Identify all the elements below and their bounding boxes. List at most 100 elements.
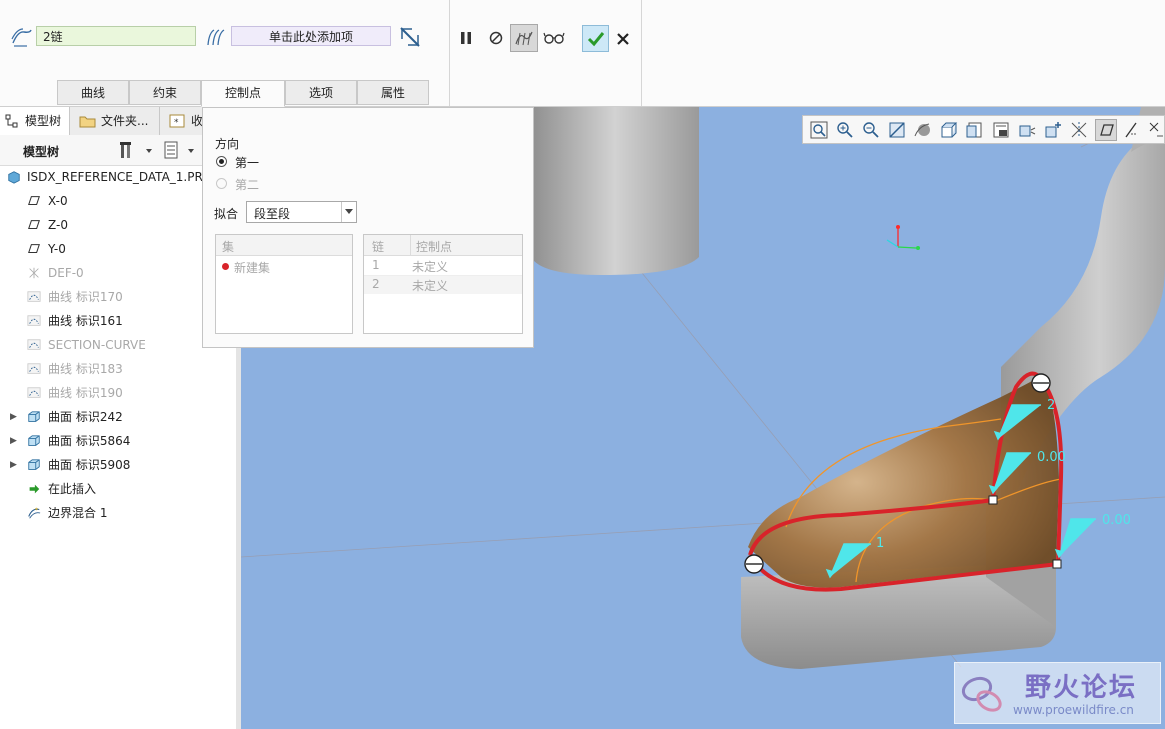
ctrl-column-header: 控制点 xyxy=(416,240,453,254)
tab-control-points[interactable]: 控制点 xyxy=(201,80,285,107)
tree-item[interactable]: ▶ 曲面 标识5908 xyxy=(0,454,236,476)
tab-favorites[interactable]: * 收 xyxy=(162,107,203,135)
tree-item[interactable]: DEF-0 xyxy=(0,262,236,284)
pause-icon[interactable] xyxy=(458,30,474,46)
tree-item[interactable]: Y-0 xyxy=(0,238,236,260)
table-row[interactable]: 2 未定义 xyxy=(364,276,522,294)
zoom-in-icon[interactable] xyxy=(835,120,855,140)
tree-item-label: Y-0 xyxy=(48,242,66,256)
point-display-icon[interactable] xyxy=(1147,120,1165,140)
plane-display-button[interactable] xyxy=(1095,119,1117,141)
dashboard-separator xyxy=(449,0,450,106)
insert-arrow-icon xyxy=(29,484,40,494)
tab-folder-browser[interactable]: 文件夹... xyxy=(72,107,160,135)
fit-select-arrow xyxy=(341,202,356,222)
chain-1-label: 1 xyxy=(876,536,884,551)
tree-settings-icon[interactable] xyxy=(118,140,158,160)
direction-first-radio[interactable] xyxy=(216,156,227,167)
row-ctrl: 未定义 xyxy=(412,260,449,274)
set-list: 集 新建集 xyxy=(215,234,353,334)
zoom-out-icon[interactable] xyxy=(861,120,881,140)
repaint-icon[interactable] xyxy=(887,120,907,140)
chevron-down-icon xyxy=(345,209,353,214)
geometry-preview-icon xyxy=(515,31,533,46)
first-direction-chain-field[interactable]: 2链 xyxy=(36,26,196,46)
dashboard-separator xyxy=(641,0,642,106)
column-divider xyxy=(410,235,411,255)
expand-arrow-icon[interactable]: ▶ xyxy=(10,430,17,452)
tab-properties[interactable]: 属性 xyxy=(357,80,429,105)
tree-item[interactable]: * 边界混合 1 xyxy=(0,502,236,524)
tree-item[interactable]: SECTION-CURVE xyxy=(0,334,236,356)
geometry-preview-button[interactable] xyxy=(510,24,538,52)
new-set-label: 新建集 xyxy=(234,261,271,275)
model-tree-icon xyxy=(5,114,18,128)
fit-select[interactable]: 段至段 xyxy=(246,201,357,223)
display-style-icon[interactable] xyxy=(939,120,959,140)
row-chain: 1 xyxy=(372,258,380,272)
fit-label: 拟合 xyxy=(214,207,239,221)
set-list-header: 集 xyxy=(216,235,352,256)
tangency-value-a: 0.00 xyxy=(1037,450,1066,465)
dashboard: 2链 单击此处添加项 曲线 约束 控制点 选项 属性 xyxy=(0,0,1165,107)
tree-item[interactable]: Z-0 xyxy=(0,214,236,236)
svg-text:*: * xyxy=(35,507,38,514)
view-manager-icon[interactable] xyxy=(991,120,1011,140)
tree-item[interactable]: 曲线 标识170 xyxy=(0,286,236,308)
direction-second-radio[interactable] xyxy=(216,178,227,189)
cancel-icon[interactable] xyxy=(616,32,630,46)
butterfly-logo-icon xyxy=(961,676,1002,712)
tree-item-label: SECTION-CURVE xyxy=(48,338,146,352)
second-direction-icon xyxy=(207,29,225,46)
part-icon xyxy=(8,171,20,184)
tree-item-label: Z-0 xyxy=(48,218,68,232)
tree-item[interactable]: ▶ 曲面 标识242 xyxy=(0,406,236,428)
radio-dot xyxy=(219,159,224,164)
set-header-label: 集 xyxy=(222,240,235,254)
tree-item[interactable]: 在此插入 xyxy=(0,478,236,500)
set-list-item[interactable]: 新建集 xyxy=(216,257,352,277)
perspective-icon[interactable] xyxy=(1017,120,1037,140)
forum-watermark: 野火论坛 www.proewildfire.cn xyxy=(954,662,1161,724)
tree-item[interactable]: 曲线 标识161 xyxy=(0,310,236,332)
axis-display-icon[interactable] xyxy=(1121,120,1141,140)
datum-plane-icon xyxy=(28,244,40,254)
spin-center-icon[interactable] xyxy=(913,120,933,140)
glasses-icon[interactable] xyxy=(543,30,565,46)
ok-button[interactable] xyxy=(582,25,609,52)
no-preview-icon[interactable] xyxy=(488,30,504,46)
coordinate-triad-icon xyxy=(886,225,920,250)
expand-arrow-icon[interactable]: ▶ xyxy=(10,454,17,476)
saved-orientations-icon[interactable] xyxy=(965,120,985,140)
tree-view-icon[interactable] xyxy=(162,140,198,160)
tab-curves[interactable]: 曲线 xyxy=(57,80,129,105)
tangency-value-b: 0.00 xyxy=(1102,513,1131,528)
row-ctrl: 未定义 xyxy=(412,279,449,293)
tab-constraints[interactable]: 约束 xyxy=(129,80,201,105)
view-toolbar xyxy=(802,115,1165,144)
table-row[interactable]: 1 未定义 xyxy=(364,257,522,276)
tree-item[interactable]: 曲线 标识183 xyxy=(0,358,236,380)
folder-icon xyxy=(79,116,96,128)
tab-model-tree-label: 模型树 xyxy=(25,114,62,128)
tree-item[interactable]: ▶ 曲面 标识5864 xyxy=(0,430,236,452)
curve-icon xyxy=(27,339,41,350)
tab-model-tree[interactable]: 模型树 xyxy=(0,107,70,135)
refit-icon[interactable] xyxy=(809,120,829,140)
tree-item-label: X-0 xyxy=(48,194,68,208)
tree-item[interactable]: 曲线 标识190 xyxy=(0,382,236,404)
curvature-analysis-icon[interactable] xyxy=(398,25,422,49)
datum-display-icon[interactable] xyxy=(1069,120,1089,140)
direction-first-label: 第一 xyxy=(235,156,260,170)
curve-icon xyxy=(27,387,41,398)
add-item-field[interactable]: 单击此处添加项 xyxy=(231,26,391,46)
tree-item[interactable]: X-0 xyxy=(0,190,236,212)
curve-icon xyxy=(27,315,41,326)
tree-item[interactable]: ISDX_REFERENCE_DATA_1.PRT xyxy=(0,166,236,188)
expand-arrow-icon[interactable]: ▶ xyxy=(10,406,17,428)
tree-item-label: 在此插入 xyxy=(48,482,97,496)
tab-options[interactable]: 选项 xyxy=(285,80,357,105)
section-icon[interactable] xyxy=(1043,120,1063,140)
favorites-icon: * xyxy=(169,114,185,128)
chain-column-header: 链 xyxy=(372,240,385,254)
